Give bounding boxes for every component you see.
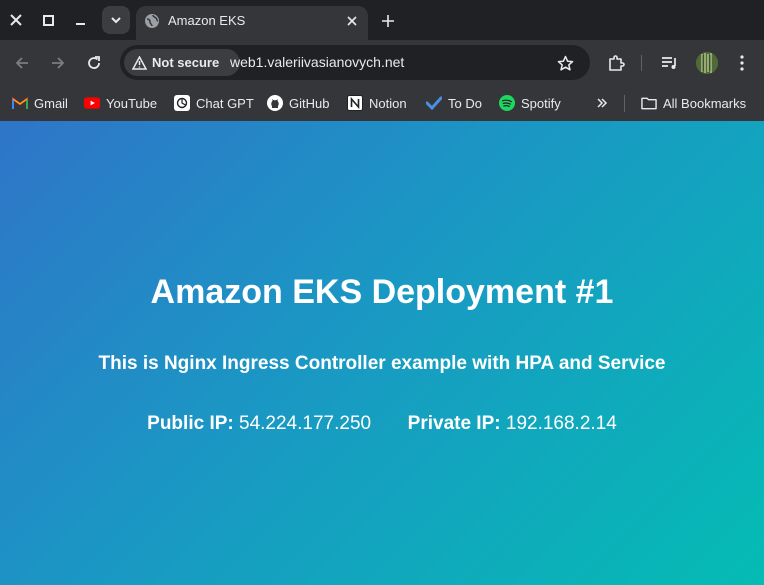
tab-strip: Amazon EKS [0,0,764,40]
bookmark-label: Spotify [521,95,561,111]
chevron-down-icon [111,17,121,24]
puzzle-icon [609,55,625,71]
public-ip-value: 54.224.177.250 [239,413,372,434]
github-icon [267,95,283,111]
bookmark-to-do[interactable]: To Do [426,92,482,114]
window-minimize-button[interactable] [69,9,91,31]
browser-toolbar: Not secure web1.valeriivasianovych.net [0,40,764,86]
arrow-right-icon [52,57,65,69]
bookmark-label: Chat GPT [196,95,254,111]
bookmark-label: To Do [448,95,482,111]
new-tab-button[interactable] [376,9,400,33]
globe-icon [145,14,159,28]
spotify-icon [499,95,515,111]
kebab-menu-icon [740,55,744,71]
star-icon [557,55,573,71]
bookmark-label: YouTube [106,95,158,111]
reload-button[interactable] [82,51,106,75]
minimize-icon [75,22,85,25]
youtube-icon [84,95,100,111]
reload-icon [88,56,100,69]
bookmark-spotify[interactable]: Spotify [499,92,561,114]
address-bar[interactable]: Not secure web1.valeriivasianovych.net [120,45,590,80]
bookmarks-bar: Gmail YouTube Chat GPT GitHub Notion To … [0,86,764,121]
close-icon [10,14,22,26]
all-bookmarks-label: All Bookmarks [663,95,747,111]
bookmarks-separator [624,95,625,112]
page-heading: Amazon EKS Deployment #1 [150,273,614,311]
tab-search-button[interactable] [102,6,130,34]
security-chip[interactable]: Not secure [124,49,240,76]
media-controls-button[interactable] [658,51,682,75]
bookmark-star-button[interactable] [555,53,575,73]
notion-icon [347,95,363,111]
bookmark-label: GitHub [289,95,330,111]
private-ip-value: 192.168.2.14 [505,413,617,434]
bookmarks-overflow-button[interactable] [594,92,610,114]
bookmark-label: Gmail [34,95,68,111]
toolbar-separator [641,55,642,71]
window-maximize-button[interactable] [37,9,59,31]
ip-info: Public IP: 54.224.177.250 Private IP: 19… [0,413,764,435]
bookmark-youtube[interactable]: YouTube [84,92,157,114]
extensions-button[interactable] [604,51,628,75]
avatar-image [696,52,718,74]
page-content: Amazon EKS Deployment #1 This is Nginx I… [0,121,764,585]
playlist-icon [662,57,676,69]
close-icon [347,16,357,26]
bookmark-gmail[interactable]: Gmail [12,92,68,114]
forward-button[interactable] [46,51,70,75]
browser-menu-button[interactable] [730,51,754,75]
public-ip-label: Public IP: [147,413,234,434]
tab-title: Amazon EKS [168,13,246,28]
folder-icon [641,95,657,111]
url-text[interactable]: web1.valeriivasianovych.net [230,54,404,70]
profile-avatar[interactable] [696,52,718,74]
bookmark-chat-gpt[interactable]: Chat GPT [174,92,254,114]
window-close-button[interactable] [5,9,27,31]
page-subheading: This is Nginx Ingress Controller example… [98,353,666,374]
tab-amazon-eks[interactable]: Amazon EKS [136,6,368,40]
private-ip-label: Private IP: [407,413,501,434]
bookmark-notion[interactable]: Notion [347,92,407,114]
maximize-icon [42,14,54,26]
warning-icon [132,55,147,70]
double-chevron-right-icon [594,95,610,111]
gmail-icon [12,95,28,111]
all-bookmarks-folder[interactable]: All Bookmarks [641,92,746,114]
plus-icon [382,15,394,27]
chatgpt-icon [174,95,190,111]
bookmark-label: Notion [369,95,407,111]
todo-icon [426,95,442,111]
tab-close-button[interactable] [343,12,361,30]
arrow-left-icon [15,57,28,69]
bookmark-github[interactable]: GitHub [267,92,329,114]
back-button[interactable] [10,51,34,75]
security-label: Not secure [152,55,220,70]
